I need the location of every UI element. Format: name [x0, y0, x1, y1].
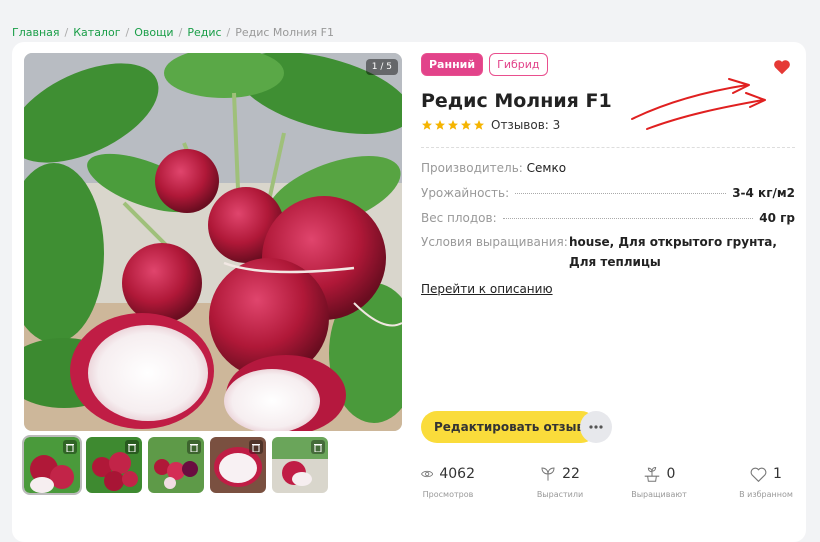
heart-outline-icon — [750, 467, 767, 482]
thumbnail[interactable] — [272, 437, 328, 493]
product-title: Редис Молния F1 — [421, 90, 612, 112]
trash-icon[interactable] — [187, 440, 201, 454]
breadcrumb-radish[interactable]: Редис — [187, 26, 221, 39]
star-icon — [474, 120, 484, 130]
star-icon — [435, 120, 445, 130]
rating: Отзывов: 3 — [421, 118, 560, 132]
conditions-label: Условия выращивания: — [421, 235, 568, 249]
favorites-label: В избранном — [739, 490, 793, 499]
thumbnail[interactable] — [86, 437, 142, 493]
radish-photo — [24, 53, 402, 431]
grown-label: Вырастили — [536, 490, 584, 499]
yield-row: Урожайность: 3-4 кг/м2 — [421, 186, 795, 200]
yield-label: Урожайность: — [421, 186, 510, 200]
producer-value[interactable]: Семко — [527, 161, 566, 175]
photo-counter: 1 / 5 — [365, 59, 398, 75]
weight-value: 40 гр — [759, 211, 795, 225]
stat-growing: 0 Выращивают — [629, 463, 689, 499]
tag-hybrid[interactable]: Гибрид — [489, 53, 548, 76]
product-card: 1 / 5 Ранний Гибрид Редис Молния F1 Отзы… — [12, 42, 806, 542]
growing-label: Выращивают — [631, 490, 687, 499]
stat-views: 4062 Просмотров — [421, 463, 475, 499]
product-info: Ранний Гибрид Редис Молния F1 Отзывов: 3 — [421, 53, 795, 503]
leader-dots — [502, 218, 754, 219]
weight-label: Вес плодов: — [421, 211, 497, 225]
more-options-button[interactable] — [580, 411, 612, 443]
divider — [421, 147, 795, 148]
views-label: Просмотров — [422, 490, 474, 499]
thumbnail[interactable] — [210, 437, 266, 493]
trash-icon[interactable] — [125, 440, 139, 454]
breadcrumb: Главная / Каталог / Овощи / Редис / Редис Молния… — [12, 26, 334, 39]
stat-favorites: 1 В избранном — [737, 463, 795, 499]
star-icon — [422, 120, 432, 130]
tag-list: Ранний Гибрид — [421, 53, 548, 76]
yield-value: 3-4 кг/м2 — [732, 186, 795, 200]
star-icon — [461, 120, 471, 130]
annotation-arrows — [631, 78, 766, 130]
breadcrumb-vegetables[interactable]: Овощи — [134, 26, 173, 39]
thumbnail[interactable] — [22, 435, 82, 495]
reviews-count[interactable]: Отзывов: 3 — [491, 118, 560, 132]
trash-icon[interactable] — [63, 440, 77, 454]
more-dots-icon — [589, 425, 603, 429]
stat-grown: 22 Вырастили — [533, 463, 587, 499]
producer-label: Производитель: — [421, 161, 523, 175]
views-count: 4062 — [439, 466, 475, 482]
conditions-row: Условия выращивания: house, Для открытог… — [421, 235, 795, 272]
favorites-count: 1 — [773, 466, 782, 482]
producer-row: Производитель: Семко — [421, 161, 795, 175]
star-icon — [448, 120, 458, 130]
eye-icon — [421, 470, 434, 478]
rating-stars — [421, 119, 485, 131]
seedling-pot-icon — [644, 466, 659, 482]
breadcrumb-current: Редис Молния F1 — [235, 26, 334, 39]
thumbnail-strip — [22, 435, 328, 495]
main-photo[interactable]: 1 / 5 — [24, 53, 402, 431]
growing-count: 0 — [666, 466, 676, 482]
weight-row: Вес плодов: 40 гр — [421, 211, 795, 225]
leader-dots — [515, 193, 727, 194]
favorite-heart-icon[interactable] — [773, 59, 791, 79]
trash-icon[interactable] — [249, 440, 263, 454]
trash-icon[interactable] — [311, 440, 325, 454]
breadcrumb-home[interactable]: Главная — [12, 26, 60, 39]
tag-early[interactable]: Ранний — [421, 53, 484, 76]
sprout-icon — [541, 467, 555, 481]
breadcrumb-catalog[interactable]: Каталог — [73, 26, 120, 39]
grown-count: 22 — [562, 466, 580, 482]
edit-review-button[interactable]: Редактировать отзыв — [421, 411, 598, 443]
conditions-value: house, Для открытого грунта, Для теплицы — [569, 235, 777, 269]
thumbnail[interactable] — [148, 437, 204, 493]
go-to-description-link[interactable]: Перейти к описанию — [421, 282, 553, 296]
